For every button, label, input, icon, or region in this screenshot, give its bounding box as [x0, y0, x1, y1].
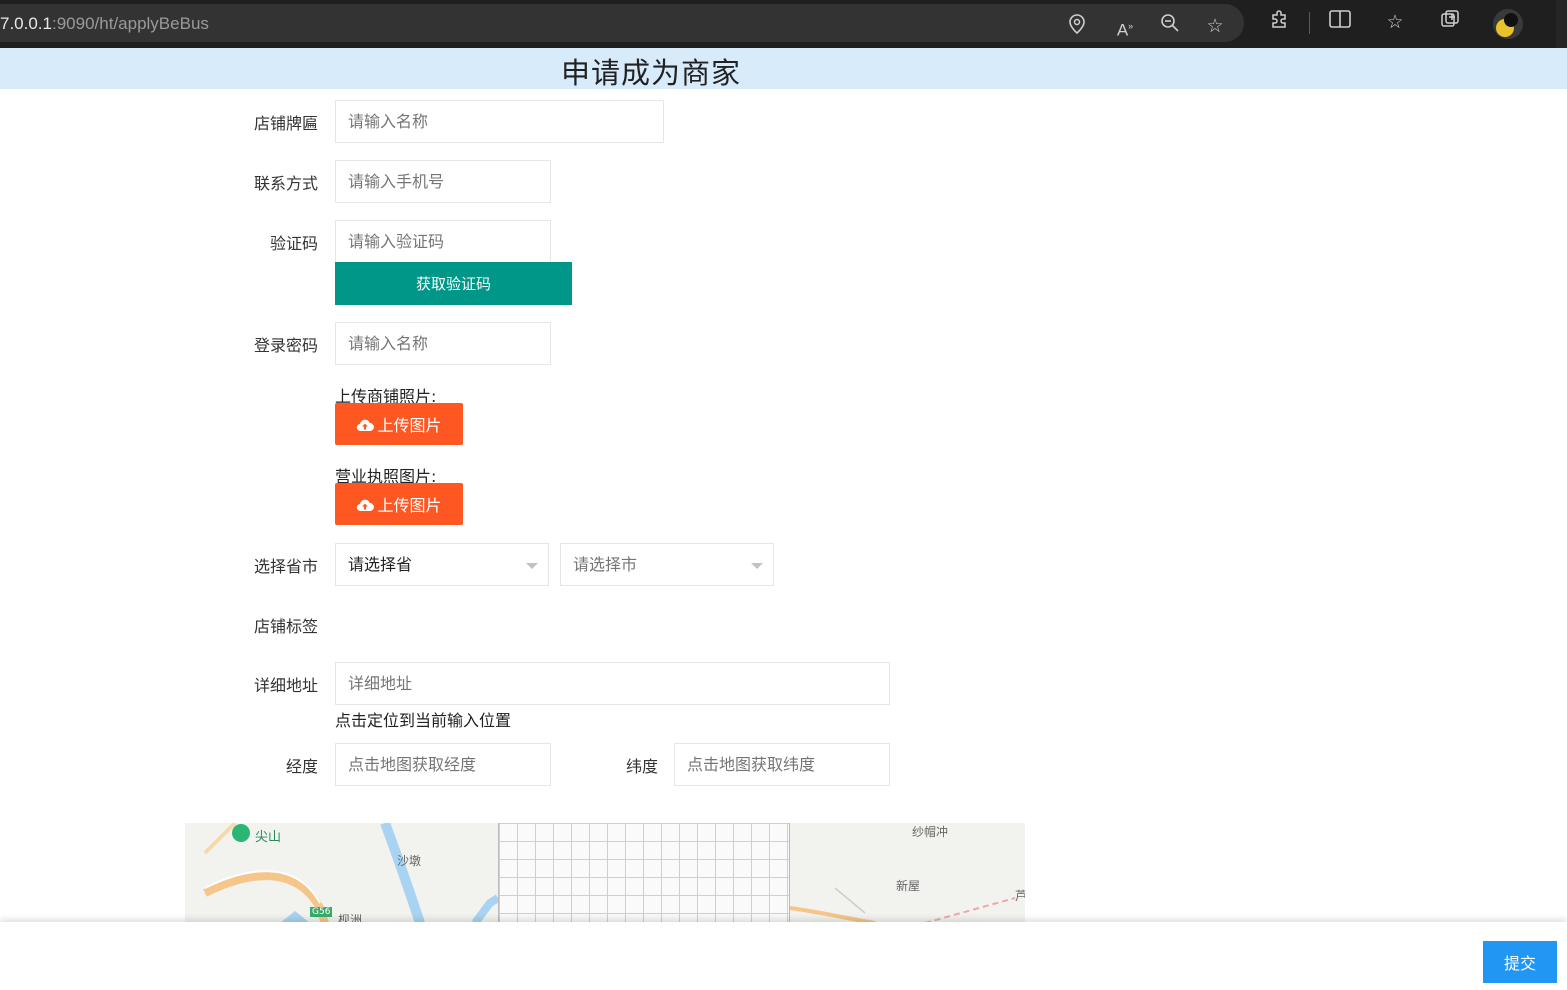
url-path: :9090/ht/applyBeBus [52, 14, 209, 33]
region-label: 选择省市 [253, 557, 318, 576]
profile-avatar[interactable] [1493, 9, 1523, 39]
url-host: 7.0.0.1 [0, 14, 52, 33]
map[interactable]: 尖山 沙墩 G56 枧洲 纱帽冲 新屋 芦 [185, 823, 1025, 923]
province-select-value: 请选择省 [348, 555, 413, 574]
cloud-upload-icon [356, 497, 375, 512]
address-input[interactable] [335, 662, 890, 705]
phone-label: 联系方式 [253, 174, 318, 193]
chevron-down-icon [526, 563, 538, 569]
submit-button[interactable]: 提交 [1483, 941, 1557, 983]
extensions-icon[interactable] [1266, 9, 1292, 35]
browser-toolbar: 7.0.0.1:9090/ht/applyBeBus A» ☆ ☆ [0, 0, 1567, 48]
phone-input[interactable] [335, 160, 551, 203]
locate-hint[interactable]: 点击定位到当前输入位置 [335, 707, 511, 731]
city-select-value: 请选择市 [573, 555, 638, 574]
map-label: 新屋 [896, 879, 921, 893]
map-label: 芦 [1015, 889, 1025, 903]
password-input[interactable] [335, 322, 551, 365]
latitude-input[interactable] [674, 743, 890, 786]
add-favorite-icon[interactable]: ☆ [1202, 13, 1228, 39]
read-aloud-icon[interactable]: A» [1112, 13, 1138, 40]
province-select[interactable]: 请选择省 [335, 543, 549, 586]
page-title: 申请成为商家 [561, 56, 742, 90]
longitude-input[interactable] [335, 743, 551, 786]
longitude-label: 经度 [285, 757, 318, 776]
code-label: 验证码 [269, 234, 318, 253]
map-label: G56 [310, 907, 333, 917]
map-label: 纱帽冲 [912, 825, 949, 839]
upload-license-photo-button[interactable]: 上传图片 [335, 483, 463, 525]
window-edge [1556, 0, 1567, 48]
get-code-button[interactable]: 获取验证码 [335, 262, 572, 305]
mountain-icon [232, 824, 250, 842]
city-select[interactable]: 请选择市 [560, 543, 774, 586]
url-text[interactable]: 7.0.0.1:9090/ht/applyBeBus [0, 14, 209, 34]
password-label: 登录密码 [253, 336, 318, 355]
code-input[interactable] [335, 220, 551, 263]
cloud-upload-icon [356, 417, 375, 432]
upload-shop-photo-button[interactable]: 上传图片 [335, 403, 463, 445]
shop-name-input[interactable] [335, 100, 664, 143]
split-screen-icon[interactable] [1327, 9, 1353, 35]
bottom-action-bar [0, 922, 1567, 990]
favorites-icon[interactable]: ☆ [1382, 9, 1408, 35]
toolbar-separator [1309, 12, 1310, 34]
chevron-down-icon [751, 563, 763, 569]
collections-icon[interactable] [1437, 9, 1463, 35]
upload-shop-photo-text: 上传图片 [377, 416, 442, 435]
address-label: 详细地址 [253, 676, 318, 695]
upload-license-photo-text: 上传图片 [377, 496, 442, 515]
map-tile-grid [498, 823, 790, 923]
zoom-out-icon[interactable] [1157, 13, 1183, 39]
tags-label: 店铺标签 [253, 617, 318, 636]
location-icon[interactable] [1064, 13, 1090, 39]
shop-name-label: 店铺牌匾 [253, 114, 318, 133]
address-bar[interactable]: 7.0.0.1:9090/ht/applyBeBus A» ☆ [0, 4, 1244, 42]
latitude-label: 纬度 [625, 757, 658, 776]
page-header [0, 48, 1567, 89]
map-label: 沙墩 [397, 854, 422, 868]
map-label: 尖山 [255, 830, 282, 845]
